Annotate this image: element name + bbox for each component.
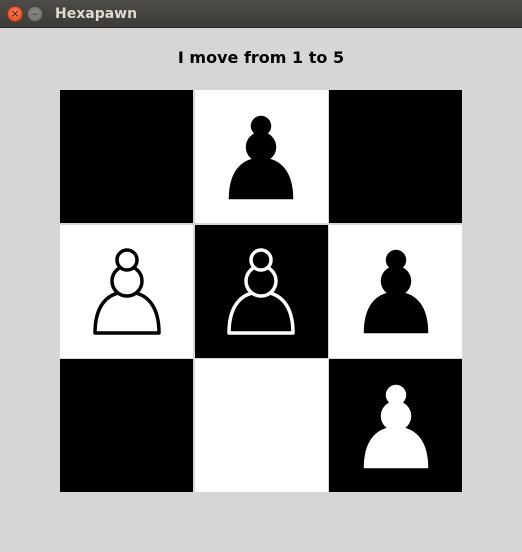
title-bar: × – Hexapawn [0,0,522,28]
close-window-button[interactable]: × [7,6,23,22]
board-cell[interactable] [329,90,462,223]
status-message: I move from 1 to 5 [177,48,345,67]
white-pawn-icon[interactable] [356,379,436,475]
board-cell[interactable] [329,224,462,358]
board-cell[interactable] [60,359,193,492]
game-board [60,90,462,492]
board-cell[interactable] [194,90,328,223]
minimize-window-button[interactable]: – [27,6,43,22]
board-cell[interactable] [194,359,328,492]
board-cell[interactable] [194,224,328,358]
board-cell[interactable] [60,90,193,223]
white-pawn-icon[interactable] [87,244,167,340]
black-pawn-icon[interactable] [356,244,436,340]
black-pawn-icon[interactable] [221,110,301,206]
board-cell[interactable] [60,224,193,358]
black-pawn-icon[interactable] [221,244,301,340]
window-title: Hexapawn [55,6,138,22]
board-cell[interactable] [329,359,462,492]
